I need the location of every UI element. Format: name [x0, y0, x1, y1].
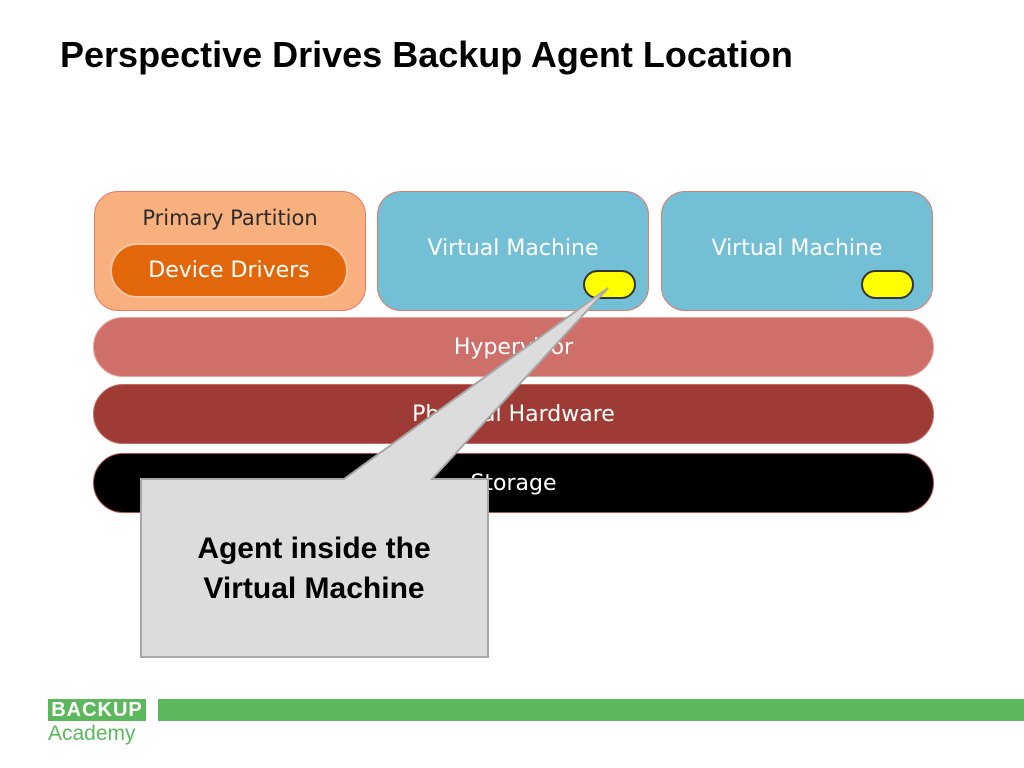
callout-shape	[140, 287, 609, 658]
callout-line-1: Agent inside the	[197, 532, 431, 565]
callout-line-2: Virtual Machine	[203, 572, 425, 605]
logo-academy-text: Academy	[48, 722, 136, 745]
footer-bar	[158, 699, 1024, 721]
logo-backup-text: BACKUP	[48, 699, 146, 721]
callout-text: Agent inside the Virtual Machine	[141, 529, 487, 609]
